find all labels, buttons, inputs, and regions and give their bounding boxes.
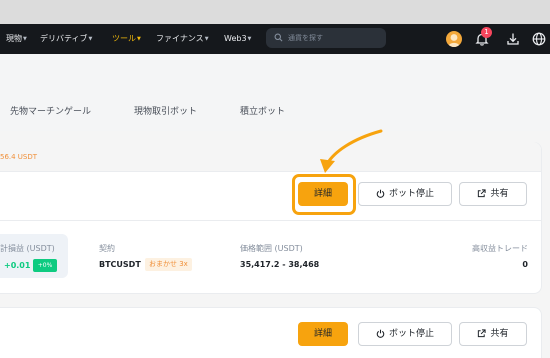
power-icon [376, 329, 385, 338]
browser-top-strip [0, 0, 550, 24]
bot-card-header [0, 142, 541, 171]
download-icon[interactable] [505, 31, 521, 47]
pnl-value: +0.01 [4, 261, 31, 270]
highlight-frame [292, 174, 356, 215]
stop-bot-button[interactable]: ボット停止 [358, 182, 452, 206]
price-range-label: 価格範囲 (USDT) [240, 244, 303, 253]
stop-bot-button[interactable]: ボット停止 [358, 322, 452, 346]
notification-badge: 1 [481, 27, 492, 38]
nav-item-web3[interactable]: Web3▼ [224, 24, 251, 54]
avatar[interactable] [446, 31, 462, 47]
bot-type-tabs-bar [0, 54, 550, 131]
share-button[interactable]: 共有 [459, 322, 527, 346]
tab-dca-bot[interactable]: 積立ボット [240, 104, 285, 117]
top-navbar: 現物▼ デリバティブ▼ ツール▼ ファイナンス▼ Web3▼ [0, 24, 550, 54]
nav-item-tools[interactable]: ツール▼ [112, 24, 141, 54]
share-icon [478, 329, 487, 338]
contract-label: 契約 [99, 244, 115, 253]
profit-summary: 56.4 USDT [0, 153, 38, 161]
share-icon [478, 189, 487, 198]
power-icon [376, 189, 385, 198]
price-range-value: 35,417.2 - 38,468 [240, 260, 320, 269]
globe-icon[interactable] [531, 31, 547, 47]
contract-tag: おまかせ 3x [145, 258, 192, 271]
search-icon [274, 33, 283, 42]
nav-item-spot[interactable]: 現物▼ [6, 24, 27, 54]
contract-value: BTCUSDT [99, 260, 141, 269]
tab-futures-martingale[interactable]: 先物マーチンゲール [10, 104, 91, 117]
pnl-label: 計損益 (USDT) [0, 244, 55, 253]
search-input[interactable] [288, 31, 380, 45]
divider [0, 171, 541, 172]
high-yield-trade-label: 高収益トレード [472, 244, 528, 253]
divider [0, 220, 541, 221]
share-button[interactable]: 共有 [459, 182, 527, 206]
high-yield-trade-value: 0 [522, 260, 528, 269]
tab-spot-trading-bot[interactable]: 現物取引ボット [134, 104, 197, 117]
pnl-percent-badge: +0% [33, 259, 57, 272]
search-box[interactable] [266, 28, 386, 48]
nav-item-finance[interactable]: ファイナンス▼ [156, 24, 209, 54]
detail-button[interactable]: 詳細 [298, 322, 348, 346]
nav-item-derivatives[interactable]: デリバティブ▼ [40, 24, 92, 54]
